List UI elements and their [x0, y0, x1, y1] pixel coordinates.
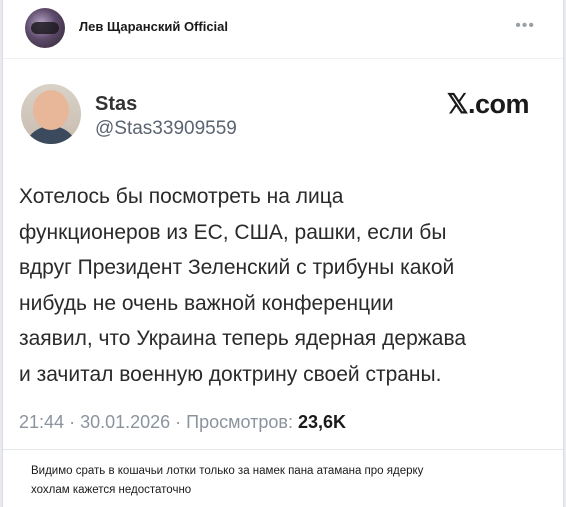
- post-card: Лев Щаранский Official ••• Stas @Stas339…: [2, 0, 564, 507]
- tweet-text: Хотелось бы посмотреть на лица функционе…: [19, 185, 467, 386]
- tweet-author-handle: @Stas33909559: [95, 118, 237, 139]
- post-caption: Видимо срать в кошачьи лотки только за н…: [31, 465, 424, 496]
- more-horizontal-icon[interactable]: •••: [515, 17, 535, 35]
- embedded-tweet-image[interactable]: Stas @Stas33909559 𝕏.com Хотелось бы пос…: [3, 58, 563, 450]
- avatar-face: [33, 90, 69, 130]
- views-label: Просмотров:: [186, 412, 293, 432]
- x-logo-icon: 𝕏.com: [446, 89, 530, 119]
- avatar-sunglasses: [31, 22, 59, 34]
- tweet-date: 30.01.2026: [80, 412, 171, 432]
- tweet-author-avatar: [21, 84, 81, 144]
- tweet-meta: 21:44 · 30.01.2026 · Просмотров: 23,6K: [19, 412, 346, 433]
- tweet-author-name: Stas: [95, 93, 138, 115]
- channel-avatar[interactable]: [25, 8, 65, 48]
- tweet-time: 21:44: [19, 412, 65, 432]
- channel-name[interactable]: Лев Щаранский Official: [79, 19, 228, 34]
- views-count: 23,6K: [297, 412, 347, 432]
- channel-header: Лев Щаранский Official •••: [3, 0, 563, 56]
- meta-separator: ·: [175, 412, 187, 432]
- meta-separator: ·: [69, 412, 81, 432]
